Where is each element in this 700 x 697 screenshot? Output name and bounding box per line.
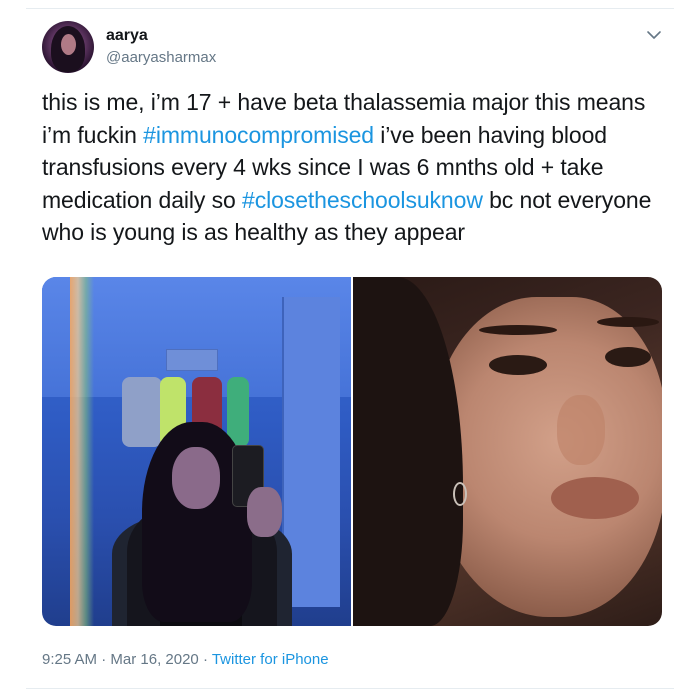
- display-name[interactable]: aarya: [106, 27, 148, 45]
- tweet-text: this is me, i’m 17 + have beta thalassem…: [42, 86, 672, 249]
- hashtag-link[interactable]: #immunocompromised: [143, 122, 374, 148]
- tweet-card: aarya @aaryasharmax this is me, i’m 17 +…: [0, 0, 700, 697]
- bottom-divider: [26, 688, 674, 689]
- photo-mirror-selfie[interactable]: [42, 277, 351, 626]
- avatar[interactable]: [42, 21, 94, 73]
- user-handle[interactable]: @aaryasharmax: [106, 49, 216, 66]
- tweet-meta: 9:25 AM · Mar 16, 2020 · Twitter for iPh…: [42, 651, 329, 668]
- photo-close-up[interactable]: [353, 277, 662, 626]
- hashtag-link[interactable]: #closetheschoolsuknow: [242, 187, 483, 213]
- tweet-date[interactable]: Mar 16, 2020: [110, 651, 198, 668]
- top-divider: [26, 8, 674, 9]
- meta-separator: ·: [198, 651, 212, 668]
- tweet-time[interactable]: 9:25 AM: [42, 651, 97, 668]
- tweet-source-link[interactable]: Twitter for iPhone: [212, 651, 329, 668]
- media-grid: [42, 277, 662, 626]
- meta-separator: ·: [97, 651, 111, 668]
- chevron-down-icon[interactable]: [645, 26, 663, 44]
